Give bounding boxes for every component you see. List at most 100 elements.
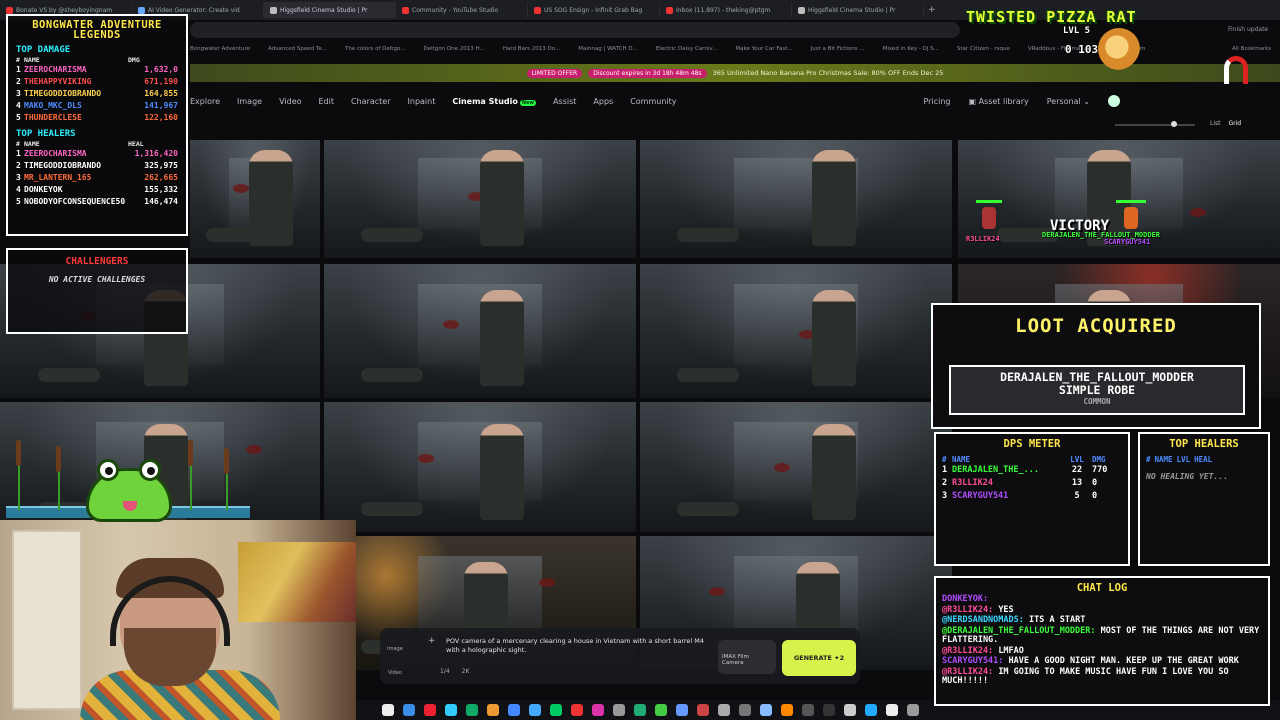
taskbar-app-icon[interactable] <box>550 704 562 716</box>
all-bookmarks-link[interactable]: All Bookmarks <box>1232 46 1271 52</box>
nav-item-label: Inpaint <box>407 96 436 106</box>
thumbnail-size-slider[interactable] <box>1115 124 1195 126</box>
frog-eye <box>139 459 161 481</box>
healers-col-lvl: LVL <box>1176 455 1191 464</box>
rank: 1 <box>16 65 21 74</box>
generated-image-thumbnail[interactable] <box>640 264 952 398</box>
generated-image-thumbnail[interactable] <box>324 402 636 532</box>
taskbar-app-icon[interactable] <box>655 704 667 716</box>
batch-count[interactable]: 1/4 <box>440 668 450 675</box>
nav-item[interactable]: Character <box>351 97 391 106</box>
taskbar-app-icon[interactable] <box>739 704 751 716</box>
bookmark-item[interactable]: Electric Daisy Carniv... <box>656 46 718 52</box>
prompt-input[interactable]: POV camera of a mercenary clearing a hou… <box>446 637 716 655</box>
taskbar-app-icon[interactable] <box>613 704 625 716</box>
new-tab-icon[interactable]: + <box>928 5 936 15</box>
bookmark-item[interactable]: Deltgon One 2013 H... <box>423 46 484 52</box>
bookmark-item[interactable]: Mixed in Key - Dj S... <box>883 46 939 52</box>
browser-tab[interactable]: US SOG Ensign - Infinit Grab Bag <box>528 2 660 18</box>
scene-body <box>677 502 740 516</box>
taskbar-app-icon[interactable] <box>697 704 709 716</box>
generated-image-thumbnail[interactable] <box>324 264 636 398</box>
grid-view-button[interactable]: Grid <box>1229 120 1242 127</box>
nav-item[interactable]: Image <box>237 97 262 106</box>
taskbar-app-icon[interactable] <box>718 704 730 716</box>
resolution-select[interactable]: 2K <box>462 668 470 675</box>
bookmark-item[interactable]: Advanced Speed Te... <box>268 46 327 52</box>
taskbar-app-icon[interactable] <box>823 704 835 716</box>
nav-item[interactable]: Edit <box>319 97 335 106</box>
taskbar-app-icon[interactable] <box>634 704 646 716</box>
taskbar-app-icon[interactable] <box>424 704 436 716</box>
leaderboard-row: 4 DONKEYOK 155,332 <box>16 184 178 196</box>
taskbar-app-icon[interactable] <box>445 704 457 716</box>
avatar[interactable] <box>1108 95 1120 107</box>
taskbar-app-icon[interactable] <box>487 704 499 716</box>
taskbar-app-icon[interactable] <box>844 704 856 716</box>
list-view-button[interactable]: List <box>1210 120 1221 127</box>
taskbar-app-icon[interactable] <box>676 704 688 716</box>
taskbar-app-icon[interactable] <box>907 704 919 716</box>
workspace-select[interactable]: Personal ⌄ <box>1047 97 1090 106</box>
generated-image-thumbnail[interactable] <box>640 140 952 258</box>
nav-item[interactable]: Apps <box>593 97 613 106</box>
generated-image-thumbnail[interactable] <box>640 402 952 532</box>
bookmark-item[interactable]: Make Your Car Fast... <box>735 46 792 52</box>
scene-body <box>361 368 424 382</box>
bookmark-item[interactable]: Just a Bit Fictions ... <box>811 46 865 52</box>
nav-item[interactable]: Cinema Studio New <box>452 97 537 106</box>
slider-handle[interactable] <box>1171 121 1177 127</box>
nav-item[interactable]: Community <box>630 97 676 106</box>
asset-library-button[interactable]: ▣ Asset library <box>968 97 1028 106</box>
taskbar-app-icon[interactable] <box>382 704 394 716</box>
tab-label: Bonate VS by @sheyboyingnam <box>16 6 113 14</box>
taskbar-app-icon[interactable] <box>886 704 898 716</box>
generate-button[interactable]: GENERATE ✦ 2 <box>782 640 856 676</box>
address-bar[interactable] <box>190 22 960 38</box>
add-icon[interactable]: + <box>428 636 436 646</box>
scene-soldier <box>480 150 524 246</box>
bookmark-item[interactable]: The colors of Deltgo... <box>345 46 406 52</box>
taskbar-app-icon[interactable] <box>760 704 772 716</box>
video-mode-button[interactable]: Video <box>384 658 406 676</box>
nav-item[interactable]: Inpaint <box>408 97 436 106</box>
nav-item[interactable]: Assist <box>553 97 576 106</box>
healers-header: # NAME LVL HEAL <box>1146 455 1262 464</box>
health-bar <box>976 200 1002 203</box>
top-damage-heading: TOP DAMAGE <box>16 45 71 55</box>
browser-tab[interactable]: Higgsfield Cinema Studio | Pr <box>264 2 396 18</box>
browser-tab[interactable]: Inbox (11,897) - theking@ptgm <box>660 2 792 18</box>
dps-row: 2 R3LLIK24 13 0 <box>942 477 1122 490</box>
taskbar-app-icon[interactable] <box>403 704 415 716</box>
scene-blood <box>232 183 249 193</box>
bookmark-item[interactable]: Mainnag | WATCH D... <box>578 46 638 52</box>
player-value: 1,632,0 <box>144 65 178 74</box>
dps-col-lvl: LVL <box>1070 455 1084 464</box>
nav-item-label: Apps <box>593 96 614 106</box>
generated-image-thumbnail[interactable] <box>190 140 320 258</box>
browser-tab[interactable]: Community - YouTube Studio <box>396 2 528 18</box>
nav-item[interactable]: Video <box>279 97 301 106</box>
taskbar-app-icon[interactable] <box>529 704 541 716</box>
top-damage-list: 1 ZEEROCHARISMA 1,632,0 2 THEHAPPYVIKING 671,… <box>16 64 178 124</box>
taskbar-app-icon[interactable] <box>508 704 520 716</box>
rank: 1 <box>942 465 948 475</box>
generated-image-thumbnail[interactable] <box>324 140 636 258</box>
bookmark-item[interactable]: Star Citizen - rsque <box>957 46 1010 52</box>
browser-tab[interactable]: Higgsfield Cinema Studio | Pr <box>792 2 924 18</box>
chat-messages: DONKEYOK: @R3LLIK24: YES @NERDSANDNOMADS:… <box>942 594 1262 687</box>
bookmark-item[interactable]: Bongwater Adventure <box>190 46 250 52</box>
bookmark-item[interactable]: Hard Bars 2013 Do... <box>503 46 560 52</box>
leaderboard-row: 2 TIMEGODDIOBRANDO 325,975 <box>16 160 178 172</box>
camera-select[interactable]: IMAX Film Camera <box>718 640 776 674</box>
nav-item[interactable]: Explore <box>190 97 220 106</box>
taskbar-app-icon[interactable] <box>466 704 478 716</box>
finish-update-label[interactable]: Finish update <box>1228 26 1268 33</box>
taskbar-app-icon[interactable] <box>781 704 793 716</box>
taskbar-app-icon[interactable] <box>865 704 877 716</box>
taskbar-app-icon[interactable] <box>592 704 604 716</box>
pricing-link[interactable]: Pricing <box>924 97 951 106</box>
taskbar-app-icon[interactable] <box>571 704 583 716</box>
image-mode-button[interactable]: Image <box>384 634 406 652</box>
taskbar-app-icon[interactable] <box>802 704 814 716</box>
